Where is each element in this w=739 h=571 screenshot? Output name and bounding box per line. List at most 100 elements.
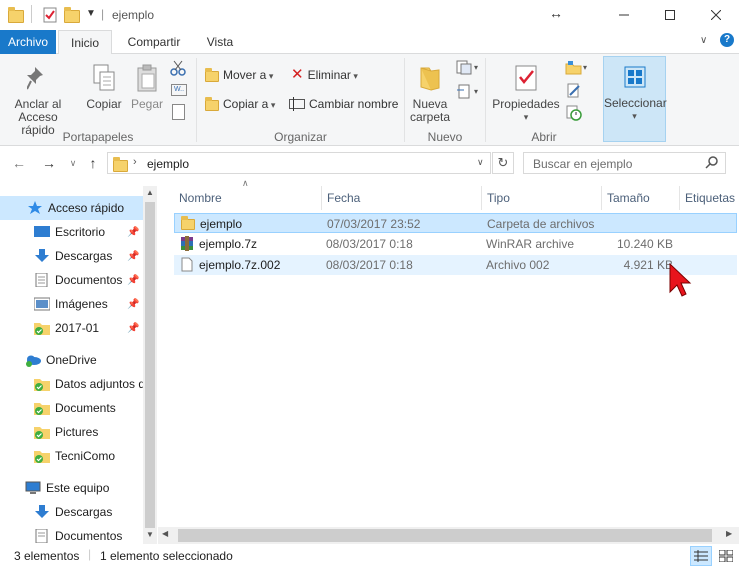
column-header-nombre[interactable]: Nombre (174, 186, 322, 210)
table-row[interactable]: ejemplo.7z.002 08/03/2017 0:18 Archivo 0… (174, 255, 737, 275)
tab-compartir[interactable]: Compartir (118, 30, 190, 54)
nav-item-documentos-2[interactable]: Documentos (0, 524, 143, 544)
copy-icon (84, 58, 124, 98)
nav-item-descargas[interactable]: Descargas 📌 (0, 244, 143, 268)
new-folder-icon[interactable] (64, 7, 80, 23)
paste-label: Pegar (130, 97, 164, 111)
properties-icon[interactable] (42, 7, 58, 23)
pin-quick-access-button[interactable]: Anclar al Acceso rápido (6, 58, 70, 137)
nav-item-acceso-rapido[interactable]: Acceso rápido (0, 196, 143, 220)
group-label-organizar: Organizar (274, 130, 327, 144)
nav-item-escritorio[interactable]: Escritorio 📌 (0, 220, 143, 244)
nav-item-documentos[interactable]: Documentos 📌 (0, 268, 143, 292)
forward-arrow-icon[interactable]: → (40, 154, 58, 172)
close-button[interactable] (693, 0, 739, 30)
file-date: 08/03/2017 0:18 (326, 237, 413, 251)
column-header-tamano[interactable]: Tamaño (602, 186, 680, 210)
window-title: ejemplo (112, 8, 155, 22)
table-row[interactable]: ejemplo.7z 08/03/2017 0:18 WinRAR archiv… (174, 234, 737, 254)
nav-item-datos-adjuntos[interactable]: Datos adjuntos de correo (0, 372, 143, 396)
scroll-thumb[interactable] (145, 202, 155, 528)
nav-item-label: Documentos (55, 529, 123, 543)
breadcrumb[interactable]: ejemplo (147, 157, 189, 171)
properties-icon (491, 58, 561, 98)
scroll-left-icon[interactable]: ◀ (162, 529, 168, 538)
copy-to-icon (205, 97, 219, 111)
nav-scrollbar[interactable]: ▲ ▼ (143, 186, 157, 544)
properties-label: Propiedades (492, 97, 560, 111)
properties-button[interactable]: Propiedades ▾ (491, 58, 561, 124)
large-icons-view-button[interactable] (715, 546, 737, 566)
tab-archivo[interactable]: Archivo (0, 30, 56, 54)
customize-toolbar-icon[interactable]: ▼ (86, 8, 96, 19)
file-name: ejemplo.7z.002 (199, 258, 281, 272)
delete-button[interactable]: ✕ Eliminar (291, 67, 358, 82)
address-dropdown-icon[interactable]: ∨ (477, 157, 484, 168)
back-arrow-icon[interactable]: ← (10, 154, 28, 172)
folder-icon (113, 157, 128, 172)
paste-shortcut-icon[interactable] (172, 104, 185, 120)
scroll-right-icon[interactable]: ▶ (726, 529, 732, 538)
copy-to-button[interactable]: Copiar a (205, 97, 275, 111)
column-header-etiquetas[interactable]: Etiquetas (680, 186, 739, 210)
tab-vista[interactable]: Vista (196, 30, 244, 54)
refresh-icon: ↻ (497, 155, 509, 170)
rename-button[interactable]: Cambiar nombre (289, 97, 398, 111)
winrar-icon (180, 236, 194, 251)
nav-item-descargas-2[interactable]: Descargas (0, 500, 143, 524)
column-header-fecha[interactable]: Fecha (322, 186, 482, 210)
selection-count: 1 elemento seleccionado (100, 549, 233, 563)
address-bar[interactable]: › ejemplo ∨ (107, 152, 491, 174)
folder-icon (8, 7, 24, 23)
nav-item-2017-01[interactable]: 2017-01 📌 (0, 316, 143, 340)
edit-icon[interactable] (567, 83, 581, 102)
new-item-icon[interactable]: ▾ (456, 60, 480, 79)
column-header-tipo[interactable]: Tipo (482, 186, 602, 210)
nav-item-imagenes[interactable]: Imágenes 📌 (0, 292, 143, 316)
chevron-down-icon: ▾ (523, 112, 529, 122)
nav-item-onedrive[interactable]: OneDrive (0, 348, 143, 372)
nav-item-label: Descargas (55, 505, 113, 519)
select-button[interactable]: Seleccionar ▾ (603, 56, 667, 142)
nav-item-tecnicomo[interactable]: TecniComo (0, 444, 143, 468)
search-icon (705, 155, 719, 172)
file-type: Carpeta de archivos (487, 217, 595, 231)
file-name: ejemplo.7z (199, 237, 258, 251)
table-row[interactable]: ejemplo 07/03/2017 23:52 Carpeta de arch… (174, 213, 737, 233)
history-icon[interactable] (566, 105, 582, 124)
details-view-button[interactable] (690, 546, 712, 566)
horizontal-scroll-thumb[interactable] (178, 529, 712, 542)
svg-text:▾: ▾ (474, 63, 478, 72)
nav-item-este-equipo[interactable]: Este equipo (0, 476, 143, 500)
refresh-button[interactable]: ↻ (492, 152, 514, 174)
new-folder-label: Nueva carpeta (409, 97, 451, 124)
nav-item-label: Este equipo (46, 481, 110, 495)
copy-path-icon[interactable]: W.. (171, 84, 187, 96)
up-arrow-icon[interactable]: ↑ (84, 154, 102, 172)
nav-item-pictures[interactable]: Pictures (0, 420, 143, 444)
group-label-nuevo: Nuevo (427, 130, 463, 144)
maximize-button[interactable] (647, 0, 693, 30)
nav-item-label: OneDrive (46, 353, 97, 367)
search-input[interactable]: Buscar en ejemplo (523, 152, 726, 174)
easy-access-icon[interactable]: ▾ (456, 84, 480, 103)
copy-button[interactable]: Copiar (84, 58, 124, 111)
minimize-button[interactable] (601, 0, 647, 30)
move-to-button[interactable]: Mover a (205, 68, 273, 82)
new-folder-icon (409, 58, 451, 98)
paste-button[interactable]: Pegar (128, 58, 166, 111)
nav-item-documents[interactable]: Documents (0, 396, 143, 420)
scroll-down-icon[interactable]: ▼ (146, 530, 154, 539)
large-icons-view-icon (719, 550, 733, 562)
cut-icon[interactable] (170, 60, 186, 79)
help-icon[interactable]: ? (720, 33, 734, 47)
breadcrumb-separator-icon: › (133, 156, 137, 168)
scroll-up-icon[interactable]: ▲ (146, 188, 154, 197)
tab-inicio[interactable]: Inicio (58, 30, 112, 55)
nav-item-label: Documentos (55, 273, 123, 287)
nav-item-label: Pictures (55, 425, 99, 439)
recent-locations-icon[interactable]: ∨ (64, 154, 82, 172)
new-folder-button[interactable]: Nueva carpeta (409, 58, 451, 124)
open-icon[interactable]: ▾ (565, 60, 589, 79)
collapse-ribbon-icon[interactable]: ∨ (700, 35, 707, 46)
